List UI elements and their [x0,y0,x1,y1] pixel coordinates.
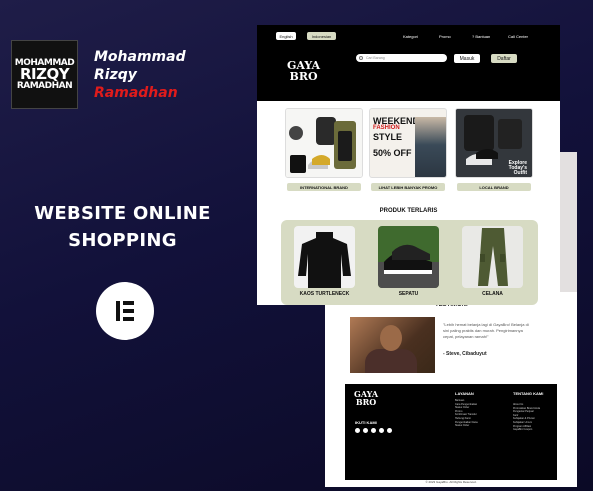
author-name: Mohammad Rizqy Ramadhan [94,48,186,102]
product-card-turtleneck[interactable] [294,226,355,288]
search-input[interactable]: Cari Barang [356,54,447,62]
front-page-screenshot: English Indonesian Kategori Promo ? Bant… [257,25,560,305]
category-label-international[interactable]: INTERNATIONAL BRAND [287,183,361,191]
category-card-local[interactable]: Explore Today's Outfit [455,108,533,178]
testimonial-name: - Steve, Cibaduyut [443,351,487,357]
turtleneck-image [294,226,355,288]
promo-banner-line-1: WEEKEND [373,116,420,126]
product-card-pants[interactable] [462,226,523,288]
category-card-promo[interactable]: WEEKEND FASHION STYLE 50% OFF [369,108,447,178]
register-button[interactable]: Daftar [491,54,517,63]
x-icon[interactable] [371,428,376,433]
author-logo-line-2: RIZQY [19,65,70,84]
pants-image [462,226,523,288]
nav-call-center[interactable]: Call Center [508,34,528,39]
author-logo: MOHAMMAD RIZQY RAMADHAN [11,40,78,109]
product-label-turtleneck[interactable]: KAOS TURTLENECK [287,291,362,297]
footer-follow-label: IKUTI KAMI [355,420,377,425]
category-label-promo[interactable]: LIHAT LEBIH BANYAK PROMO [371,183,445,191]
site-header: English Indonesian Kategori Promo ? Bant… [257,25,560,101]
headline-line-1: WEBSITE ONLINE [34,203,211,224]
footer-link[interactable]: Status Order [455,424,478,428]
facebook-icon[interactable] [363,428,368,433]
author-name-line-3: Ramadhan [94,85,178,101]
youtube-icon[interactable] [355,428,360,433]
international-brand-image [286,109,362,177]
search-icon [359,56,363,60]
footer-copyright: © 2023 GayaBro. All Rights Reserved. [425,480,477,484]
product-label-shoes[interactable]: SEPATU [371,291,446,297]
shoes-image [378,226,439,288]
site-footer: GAYA BRO IKUTI KAMI LAYANAN Bantuan Cara… [345,384,557,480]
category-card-international[interactable] [285,108,363,178]
footer-col-2-list: About Us Promosikan Brand Anda Pengantar… [513,403,540,432]
author-logo-line-3: RAMADHAN [16,80,73,91]
back-page-edge [560,152,577,292]
promo-model-image [415,117,446,177]
nav-bantuan[interactable]: ? Bantuan [472,34,490,39]
elementor-icon [96,282,154,340]
headline: WEBSITE ONLINE SHOPPING [10,200,235,254]
local-banner-line-3: Outfit [513,170,527,176]
promo-banner-line-3: STYLE [373,132,403,142]
footer-col-2-title: TENTANG KAMI [513,391,544,396]
testimonial-quote: "Lebih hemat belanja lagi di GayaBro! Be… [443,322,529,339]
footer-logo-line-2: BRO [355,397,377,407]
footer-col-1-list: Bantuan Cara Pengembalian Status Order P… [455,399,478,428]
social-icons [355,428,392,433]
lang-english-button[interactable]: English [276,32,296,40]
tiktok-icon[interactable] [387,428,392,433]
nav-promo[interactable]: Promo [439,34,451,39]
category-label-local[interactable]: LOCAL BRAND [457,183,531,191]
author-name-line-1: Mohammad [94,49,186,65]
headline-line-2: SHOPPING [68,230,177,251]
promo-banner-line-4: 50% OFF [373,148,412,158]
footer-logo: GAYA BRO [354,390,378,406]
local-banner-text: Explore Today's Outfit [509,161,527,176]
best-sellers-title: PRODUK TERLARIS [379,208,438,214]
product-label-pants[interactable]: CELANA [455,291,530,297]
site-logo-line-2: BRO [289,70,318,83]
author-name-line-2: Rizqy [94,67,137,83]
search-placeholder: Cari Barang [366,56,385,60]
testimonial-photo [350,317,435,373]
footer-link[interactable]: GayaBro Coupon [513,428,540,432]
promo-banner-line-2: FASHION [373,125,400,131]
lang-indonesian-button[interactable]: Indonesian [307,32,336,40]
site-logo[interactable]: GAYA BRO [287,60,320,82]
instagram-icon[interactable] [379,428,384,433]
product-card-shoes[interactable] [378,226,439,288]
nav-kategori[interactable]: Kategori [403,34,418,39]
footer-col-1-title: LAYANAN [455,391,474,396]
login-button[interactable]: Masuk [454,54,480,63]
